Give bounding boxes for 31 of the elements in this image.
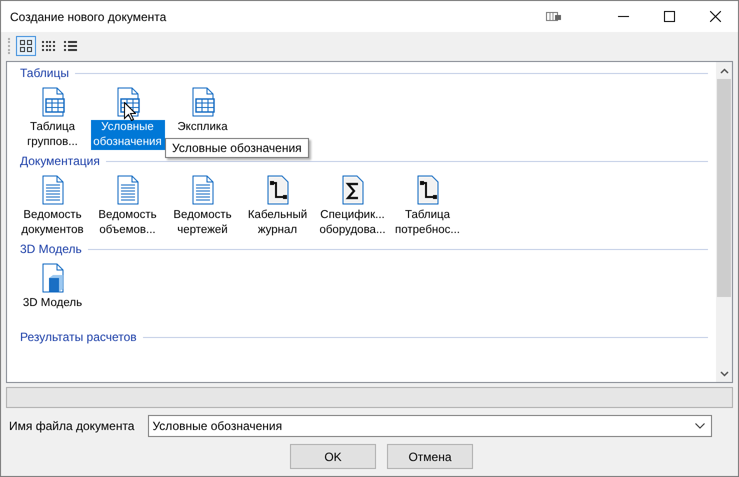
template-item[interactable]: Ведомость чертежей [166,208,240,238]
template-item[interactable]: Таблица потребнос... [390,208,464,238]
window-snap-icon[interactable] [546,12,562,22]
template-item[interactable]: Ведомость документов [16,208,90,238]
template-item[interactable]: Ведомость объемов... [90,208,164,238]
maximize-icon [664,11,674,22]
small-icons-icon [42,40,54,52]
template-item[interactable]: Специфик... оборудова... [316,208,390,238]
template-item[interactable]: Таблица группов... [16,120,90,150]
group-header: Результаты расчетов [20,330,137,344]
file-name-label: Имя файла документа [9,419,134,433]
scrollbar-thumb[interactable] [717,79,731,297]
close-icon [710,11,720,22]
dialog-button[interactable]: Отмена [387,444,473,469]
group-header: 3D Модель [20,242,82,256]
group-header: Таблицы [20,66,70,80]
scroll-down-icon[interactable] [720,370,728,376]
group-header: Документация [20,154,100,168]
template-item[interactable]: Условные обозначения [90,120,164,150]
scroll-up-icon[interactable] [720,68,728,74]
file-name-combobox[interactable]: Условные обозначения [148,415,712,437]
tooltip: Условные обозначения [165,138,309,158]
dropdown-caret-icon [695,423,705,429]
template-item[interactable]: 3D Модель [16,296,90,326]
mouse-cursor-icon [124,102,136,121]
view-mode-button[interactable] [16,36,36,56]
template-item[interactable]: Кабельный журнал [240,208,314,238]
dialog-button[interactable]: OK [290,444,376,469]
large-icons-icon [20,40,32,52]
list-view-icon [64,40,76,52]
window-title: Создание нового документа [10,10,168,24]
